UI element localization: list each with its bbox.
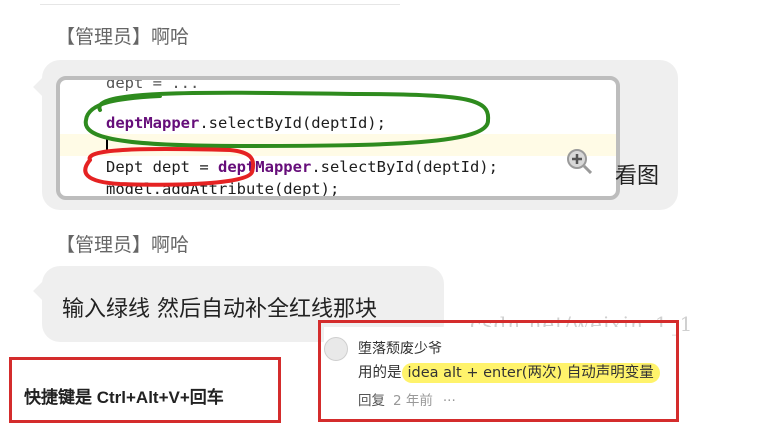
- comment-meta: 回复 2 年前 ···: [358, 389, 456, 409]
- shortcut-note: 快捷键是 Ctrl+Alt+V+回车: [24, 388, 224, 407]
- avatar[interactable]: [324, 337, 348, 361]
- divider: [40, 0, 400, 5]
- caption-see-image: 看图: [615, 164, 660, 189]
- code-screenshot[interactable]: dept = ... deptMapper.selectById(deptId)…: [56, 76, 620, 200]
- sender-name: 【管理员】啊哈: [56, 234, 190, 256]
- hand-drawn-annotations: [83, 90, 491, 187]
- zoom-in-icon[interactable]: [566, 148, 593, 175]
- comment-time: 2 年前: [393, 393, 433, 409]
- sender-name: 【管理员】啊哈: [56, 26, 190, 48]
- comment-body-highlight: idea alt + enter(两次) 自动声明变量: [401, 363, 660, 383]
- comment-body: 用的是 idea alt + enter(两次) 自动声明变量: [358, 361, 660, 383]
- reply-button[interactable]: 回复: [358, 393, 385, 409]
- comment-username[interactable]: 堕落颓废少爷: [358, 338, 442, 358]
- more-options-icon[interactable]: ···: [443, 393, 456, 409]
- comment-body-prefix: 用的是: [358, 365, 402, 381]
- comment-card: 堕落颓废少爷 用的是 idea alt + enter(两次) 自动声明变量 回复…: [324, 327, 672, 419]
- message-text: 输入绿线 然后自动补全红线那块: [62, 297, 377, 322]
